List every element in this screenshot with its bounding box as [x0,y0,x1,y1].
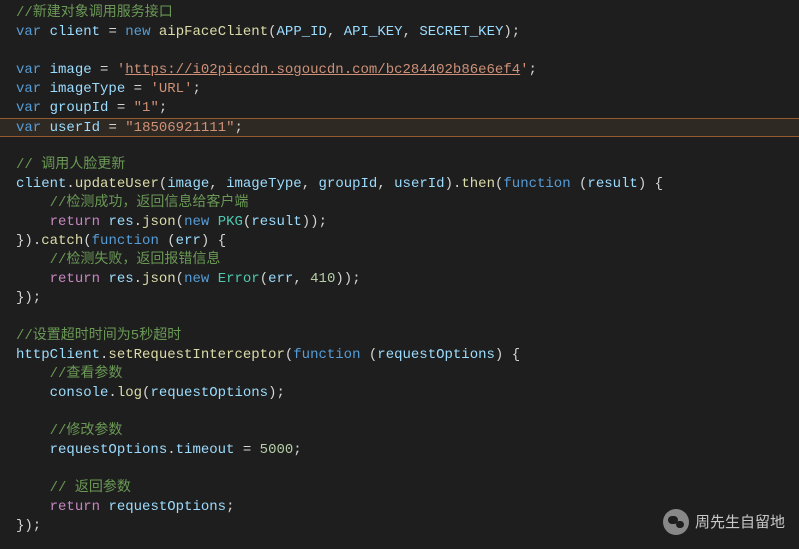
code-line: //设置超时时间为5秒超时 [0,327,799,346]
watermark-text: 周先生自留地 [695,513,785,532]
code-line: //修改参数 [0,422,799,441]
code-line: httpClient.setRequestInterceptor(functio… [0,346,799,365]
code-line: // 调用人脸更新 [0,156,799,175]
code-line-highlighted: var userId = "18506921111"; [0,118,799,137]
code-line: var imageType = 'URL'; [0,80,799,99]
code-line: client.updateUser(image, imageType, grou… [0,175,799,194]
code-line: console.log(requestOptions); [0,384,799,403]
blank-line [0,460,799,479]
code-line: //检测失败，返回报错信息 [0,251,799,270]
blank-line [0,137,799,156]
wechat-icon [663,509,689,535]
blank-line [0,308,799,327]
code-line: // 返回参数 [0,479,799,498]
code-line: //检测成功，返回信息给客户端 [0,194,799,213]
code-line: }); [0,289,799,308]
code-line: var client = new aipFaceClient(APP_ID, A… [0,23,799,42]
code-line: }).catch(function (err) { [0,232,799,251]
code-line: requestOptions.timeout = 5000; [0,441,799,460]
watermark: 周先生自留地 [663,509,785,535]
url-string: https://i02piccdn.sogoucdn.com/bc284402b… [125,62,520,78]
blank-line [0,42,799,61]
code-line: return res.json(new PKG(result)); [0,213,799,232]
code-line: //查看参数 [0,365,799,384]
code-editor[interactable]: //新建对象调用服务接口 var client = new aipFaceCli… [0,4,799,536]
code-line: return res.json(new Error(err, 410)); [0,270,799,289]
blank-line [0,403,799,422]
comment: //新建对象调用服务接口 [16,5,173,21]
code-line: var image = 'https://i02piccdn.sogoucdn.… [0,61,799,80]
code-line: //新建对象调用服务接口 [0,4,799,23]
code-line: var groupId = "1"; [0,99,799,118]
